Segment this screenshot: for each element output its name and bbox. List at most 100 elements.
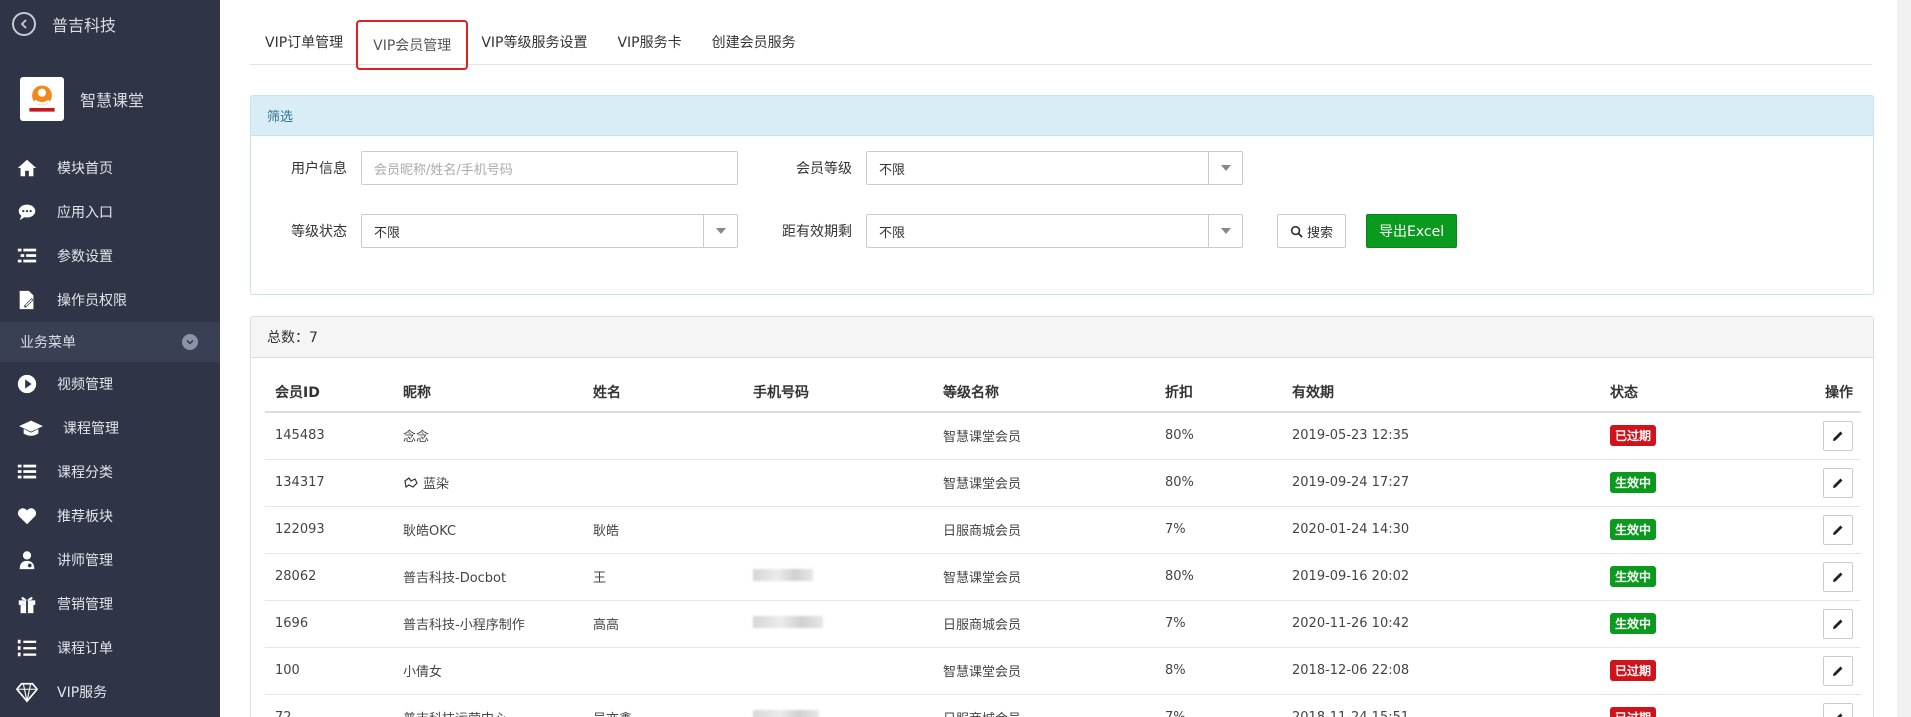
discount-cell: 80% — [1155, 412, 1282, 460]
nickname-text: 普吉科技运营中心 — [403, 712, 507, 717]
expiry-cell: 2019-09-24 17:27 — [1282, 459, 1600, 507]
home-icon — [15, 156, 39, 180]
sidebar-section-business[interactable]: 业务菜单 — [0, 322, 220, 362]
filter-row-user-info: 用户信息 会员昵称/姓名/手机号码 — [251, 151, 738, 185]
page-scrollbar[interactable] — [1897, 0, 1911, 717]
phone-cell — [743, 600, 933, 648]
nickname-text: 普吉科技-Docbot — [403, 571, 507, 586]
sidebar-item-operator-permissions[interactable]: 操作员权限 — [0, 278, 220, 322]
nickname-cell: 蓝染 — [393, 459, 583, 507]
nickname-text: 耿皓OKC — [403, 524, 457, 539]
member-table: 会员ID 昵称 姓名 手机号码 等级名称 折扣 有效期 状态 操作 145483… — [265, 372, 1861, 717]
sidebar-item-recommend[interactable]: 推荐板块 — [0, 494, 220, 538]
tab-vip-service-card[interactable]: VIP服务卡 — [602, 20, 696, 64]
discount-cell: 80% — [1155, 553, 1282, 601]
tab-vip-level-settings[interactable]: VIP等级服务设置 — [466, 20, 602, 64]
edit-button[interactable] — [1823, 655, 1853, 686]
level-name-cell: 智慧课堂会员 — [933, 412, 1155, 460]
tab-vip-members[interactable]: VIP会员管理 — [356, 20, 469, 70]
level-status-label: 等级状态 — [291, 224, 347, 240]
nickname-emoji-icon — [404, 477, 418, 489]
status-badge: 已过期 — [1610, 660, 1657, 681]
column-header: 操作 — [1750, 372, 1861, 413]
column-header: 等级名称 — [933, 372, 1155, 413]
nickname-cell: 普吉科技-小程序制作 — [393, 600, 583, 648]
phone-cell — [743, 694, 933, 717]
table-row: 122093 耿皓OKC 耿皓 日服商城会员 7% 2020-01-24 14:30 生效中 — [265, 506, 1861, 554]
phone-cell — [743, 647, 933, 695]
member-list-panel: 总数：7 会员ID 昵称 姓名 手机号码 等级名称 折扣 有效期 状态 操作 1… — [250, 316, 1874, 717]
sidebar-item-app-entry[interactable]: 应用入口 — [0, 190, 220, 234]
sidebar-item-teacher[interactable]: 讲师管理 — [0, 538, 220, 582]
edit-button[interactable] — [1823, 702, 1853, 717]
pencil-icon — [1833, 478, 1843, 488]
edit-button[interactable] — [1823, 608, 1853, 639]
edit-button[interactable] — [1823, 561, 1853, 592]
sidebar-item-label: 视频管理 — [57, 377, 113, 393]
expiry-cell: 2018-12-06 22:08 — [1282, 647, 1600, 695]
status-badge: 生效中 — [1610, 519, 1657, 540]
edit-button[interactable] — [1823, 514, 1853, 545]
member-level-select[interactable]: 不限 — [866, 151, 1243, 185]
status-badge: 已过期 — [1610, 425, 1657, 447]
name-cell: 耿皓 — [583, 506, 743, 554]
user-info-input[interactable]: 会员昵称/姓名/手机号码 — [361, 151, 738, 185]
dropdown-arrow-icon — [1208, 152, 1242, 184]
filter-actions: 搜索 导出Excel — [1277, 214, 1458, 248]
sidebar-item-label: 参数设置 — [57, 249, 113, 265]
name-cell: 高高 — [583, 600, 743, 648]
action-cell — [1750, 506, 1861, 554]
diamond-icon — [15, 680, 39, 704]
sidebar-item-label: VIP服务 — [57, 685, 108, 701]
column-header: 手机号码 — [743, 372, 933, 413]
member-id-cell: 145483 — [265, 412, 393, 460]
sidebar: 普吉科技 智慧课堂 模块首页 应用入口 参数设置 操作员权限 业务菜单 视频管理… — [0, 0, 220, 717]
edit-button[interactable] — [1823, 467, 1853, 498]
sidebar-item-vip[interactable]: VIP服务 — [0, 670, 220, 714]
chevron-down-icon — [182, 334, 198, 350]
expiry-cell: 2020-01-24 14:30 — [1282, 506, 1600, 554]
tab-bar: VIP订单管理 VIP会员管理 VIP等级服务设置 VIP服务卡 创建会员服务 — [250, 20, 1872, 70]
ordered-list-icon — [15, 636, 39, 660]
status-badge: 生效中 — [1610, 472, 1657, 493]
sidebar-item-settings[interactable]: 参数设置 — [0, 234, 220, 278]
nickname-text: 念念 — [403, 430, 430, 446]
level-status-select[interactable]: 不限 — [361, 214, 738, 248]
phone-cell — [743, 553, 933, 601]
sidebar-item-course-order[interactable]: 课程订单 — [0, 626, 220, 670]
edit-button[interactable] — [1823, 420, 1853, 451]
table-row: 134317 蓝染 智慧课堂会员 80% 2019-09-24 17:27 生效中 — [265, 459, 1861, 507]
table-row: 28062 普吉科技-Docbot 王 智慧课堂会员 80% 2019-09-16 20:… — [265, 553, 1861, 601]
status-cell: 生效中 — [1600, 459, 1750, 507]
sidebar-item-course-category[interactable]: 课程分类 — [0, 450, 220, 494]
tab-vip-orders[interactable]: VIP订单管理 — [250, 20, 358, 64]
filter-row-member-level: 会员等级 不限 — [756, 151, 1243, 185]
tab-create-member-service[interactable]: 创建会员服务 — [697, 20, 811, 64]
expiry-select[interactable]: 不限 — [866, 214, 1243, 248]
nickname-text: 普吉科技-小程序制作 — [403, 618, 525, 633]
table-row: 72 普吉科技运营中心 吴亦鑫 日服商城会员7%2018-11-24 15:51 已过期 — [265, 694, 1861, 717]
graduation-cap-icon — [15, 416, 47, 440]
phone-cell — [743, 506, 933, 554]
sidebar-item-marketing[interactable]: 营销管理 — [0, 582, 220, 626]
status-cell: 已过期 — [1600, 412, 1750, 460]
phone-redacted — [753, 568, 813, 581]
table-header-row: 会员ID 昵称 姓名 手机号码 等级名称 折扣 有效期 状态 操作 — [265, 372, 1861, 413]
sidebar-item-label: 操作员权限 — [57, 293, 127, 309]
table-row: 145483 念念 智慧课堂会员 80% 2019-05-23 12:35 已过期 — [265, 412, 1861, 460]
expiry-cell: 2020-11-26 10:42 — [1282, 600, 1600, 648]
sidebar-item-course[interactable]: 课程管理 — [0, 406, 220, 450]
nickname-text: 小倩女 — [403, 665, 443, 680]
gift-icon — [15, 592, 39, 616]
back-button[interactable] — [12, 12, 36, 36]
search-button[interactable]: 搜索 — [1277, 214, 1347, 248]
sidebar-item-video[interactable]: 视频管理 — [0, 362, 220, 406]
expiry-cell: 2018-11-24 15:51 — [1282, 694, 1600, 717]
sidebar-item-label: 课程订单 — [57, 641, 113, 657]
export-excel-button[interactable]: 导出Excel — [1366, 214, 1458, 248]
member-id-cell: 72 — [265, 694, 393, 717]
phone-cell — [743, 412, 933, 460]
sidebar-item-home[interactable]: 模块首页 — [0, 146, 220, 190]
sidebar-item-label: 营销管理 — [57, 597, 113, 613]
brand-name: 智慧课堂 — [80, 91, 145, 110]
